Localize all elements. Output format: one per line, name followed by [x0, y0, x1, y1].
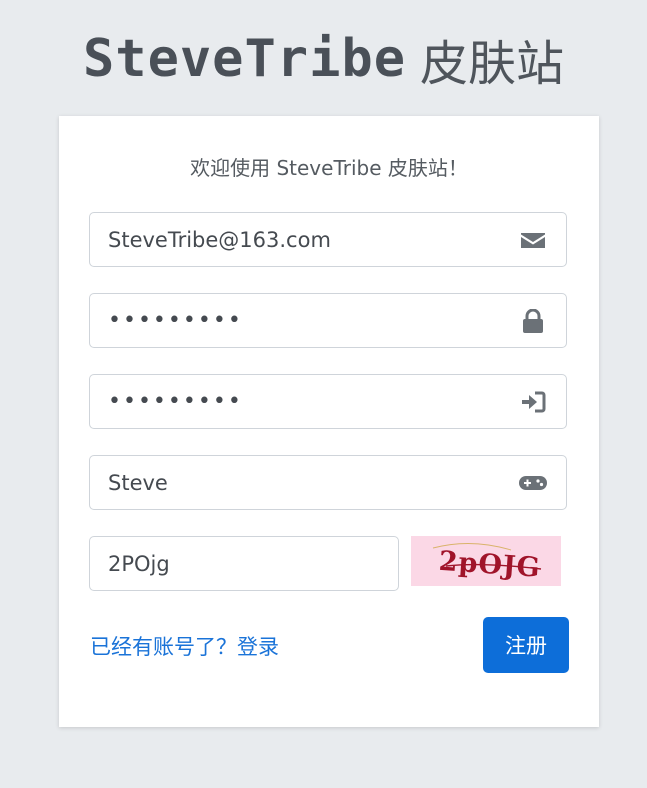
register-button[interactable]: 注册	[483, 617, 569, 673]
page: SteveTribe 皮肤站 欢迎使用 SteveTribe 皮肤站！ Stev…	[0, 0, 647, 788]
envelope-icon	[521, 233, 545, 248]
nickname-input[interactable]	[108, 456, 508, 509]
confirm-password-input[interactable]	[108, 375, 508, 428]
logo-suffix-text: 皮肤站	[420, 36, 565, 92]
lock-icon	[523, 309, 543, 333]
email-input[interactable]	[108, 213, 508, 266]
password-field-group	[89, 293, 567, 348]
gamepad-icon	[519, 476, 547, 490]
email-field-group	[89, 212, 567, 267]
sign-in-icon	[522, 391, 546, 413]
confirm-password-field-group	[89, 374, 567, 429]
logo-brand-text: SteveTribe	[82, 29, 407, 89]
captcha-input[interactable]	[108, 537, 378, 590]
password-input[interactable]	[108, 294, 508, 347]
login-link[interactable]: 已经有账号了？登录	[90, 631, 279, 661]
welcome-message: 欢迎使用 SteveTribe 皮肤站！	[190, 156, 468, 180]
captcha-field-group	[89, 536, 399, 591]
site-logo: SteveTribe 皮肤站	[0, 24, 647, 94]
register-card: 欢迎使用 SteveTribe 皮肤站！ SteveTribe@163.com …	[59, 116, 599, 727]
captcha-image[interactable]: 2pOJG	[411, 536, 561, 586]
nickname-field-group	[89, 455, 567, 510]
